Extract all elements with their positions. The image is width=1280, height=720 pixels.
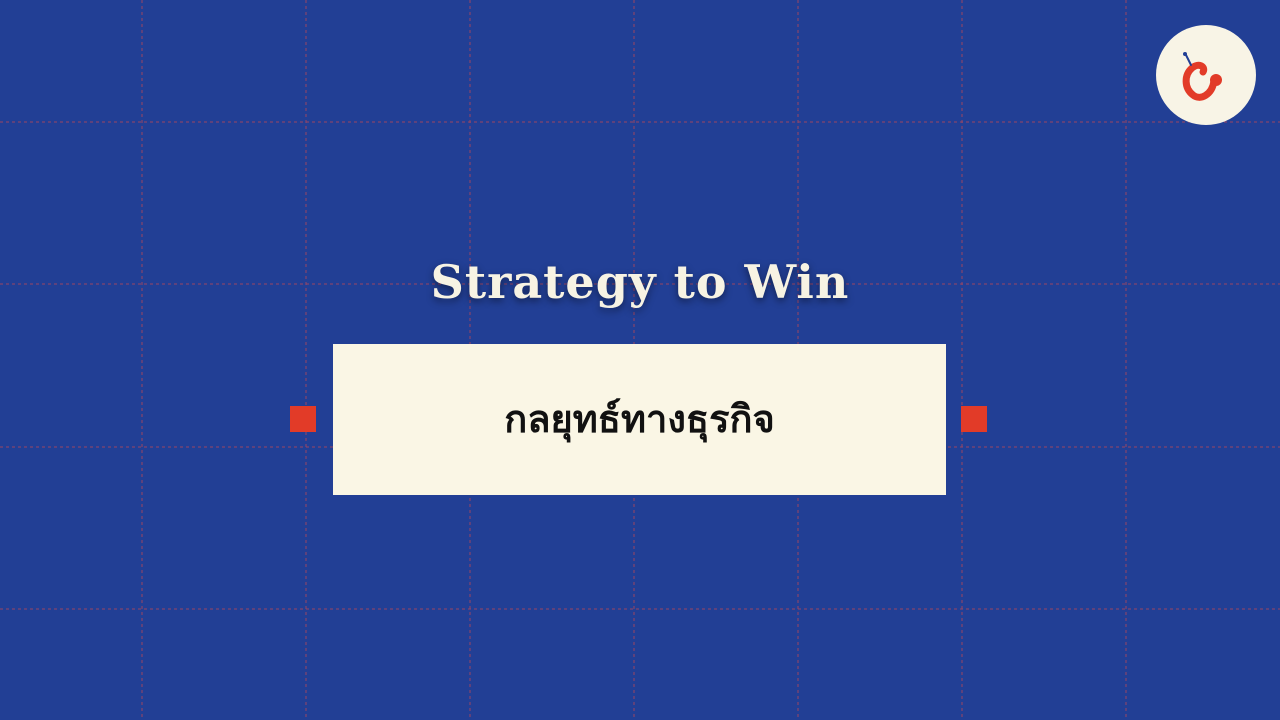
- left-accent-square: [290, 406, 316, 432]
- slide: Strategy to Win กลยุทธ์ทางธุรกิจ: [0, 0, 1280, 720]
- slide-subtitle: กลยุทธ์ทางธุรกิจ: [504, 397, 775, 441]
- brand-logo: [1156, 25, 1256, 125]
- c-logo-icon: [1182, 52, 1222, 101]
- right-accent-square: [961, 406, 987, 432]
- slide-title: Strategy to Win: [430, 255, 850, 309]
- subtitle-panel: กลยุทธ์ทางธุรกิจ: [333, 344, 946, 495]
